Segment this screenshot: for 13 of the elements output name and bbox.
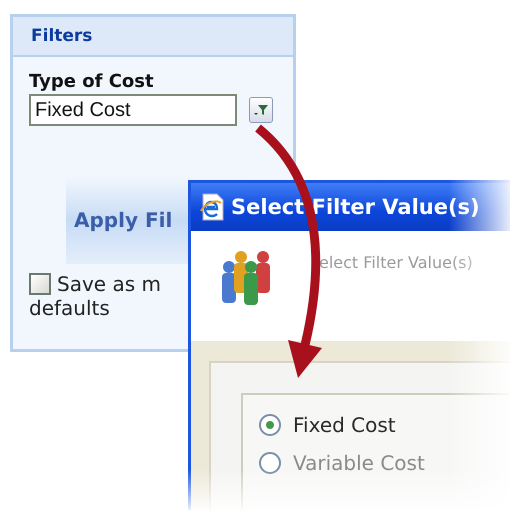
option-label: Fixed Cost — [293, 413, 396, 437]
filter-icon — [253, 102, 269, 118]
radio-button[interactable] — [259, 452, 281, 474]
cost-type-field[interactable]: Fixed Cost — [29, 94, 237, 126]
panel-title: Filters — [31, 26, 92, 46]
checkbox-label: Save as m — [57, 272, 161, 296]
save-defaults-checkbox[interactable] — [29, 273, 51, 295]
checkbox-label: defaults — [29, 296, 111, 320]
filter-button[interactable] — [249, 97, 273, 123]
field-label: Type of Cost — [29, 71, 155, 92]
option-label: Variable Cost — [293, 451, 425, 475]
radio-button[interactable] — [259, 414, 281, 436]
browser-icon — [199, 193, 225, 221]
